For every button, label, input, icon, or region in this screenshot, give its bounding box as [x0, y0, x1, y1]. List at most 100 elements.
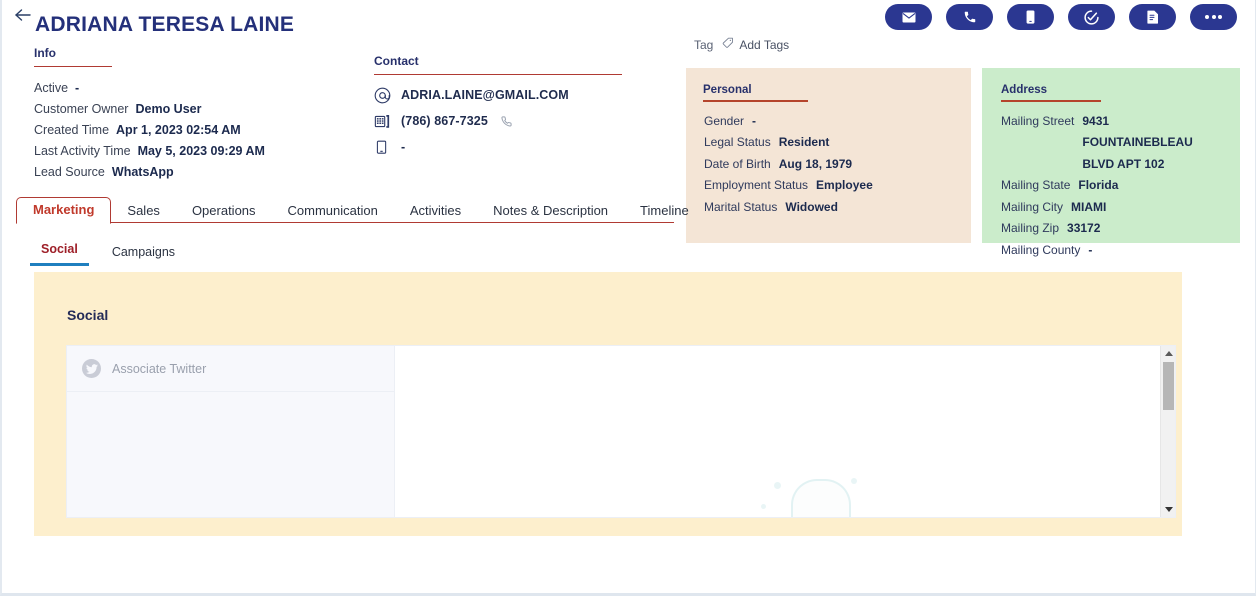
contact-email-value: ADRIA.LAINE@GMAIL.COM: [401, 88, 569, 102]
ellipsis-icon: [1205, 15, 1222, 19]
address-row-value: 9431 FOUNTAINEBLEAU BLVD APT 102: [1082, 113, 1193, 171]
personal-rows: Gender - Legal Status Resident Date of B…: [703, 111, 971, 219]
sparkle-decoration: [761, 504, 766, 509]
personal-row-label: Date of Birth: [704, 156, 771, 171]
check-circle-icon: [1084, 9, 1099, 25]
scroll-up-arrow-icon[interactable]: [1161, 346, 1175, 361]
action-toolbar: [885, 4, 1237, 30]
tab-notes-description[interactable]: Notes & Description: [477, 199, 624, 224]
info-row-label: Created Time: [34, 123, 110, 137]
contact-mobile-value: -: [401, 140, 406, 154]
personal-row-value: Widowed: [785, 199, 838, 214]
info-section-divider: [34, 66, 112, 67]
personal-row-label: Legal Status: [704, 135, 771, 149]
task-action-button[interactable]: [1068, 4, 1115, 30]
address-row-value: -: [1088, 242, 1093, 257]
social-detail-pane: [396, 346, 1175, 517]
empty-state-illustration: [791, 479, 851, 517]
personal-row: Marital Status Widowed: [703, 197, 971, 219]
tag-area: Tag Add Tags: [694, 36, 789, 54]
address-row: Mailing Zip 33172: [1001, 218, 1240, 240]
info-row-value: Demo User: [135, 102, 202, 116]
info-row: Created Time Apr 1, 2023 02:54 AM: [34, 120, 364, 140]
associate-twitter-label: Associate Twitter: [112, 361, 207, 376]
document-icon: [1146, 10, 1159, 24]
info-row-value: May 5, 2023 09:29 AM: [137, 144, 265, 158]
call-handset-icon[interactable]: [501, 115, 512, 127]
scroll-down-arrow-icon[interactable]: [1161, 502, 1175, 517]
mobile-icon: [1026, 10, 1035, 24]
personal-row-label: Marital Status: [704, 199, 778, 214]
address-panel-divider: [1001, 100, 1101, 102]
main-tab-bar: Marketing Sales Operations Communication…: [16, 196, 689, 224]
address-row-label: Mailing Street: [1001, 113, 1075, 128]
page-title: ADRIANA TERESA LAINE: [35, 13, 295, 36]
address-row-value: Florida: [1078, 178, 1119, 192]
social-panel-title: Social: [67, 307, 109, 323]
address-row-value: MIAMI: [1071, 199, 1107, 214]
address-row: Mailing County -: [1001, 240, 1240, 262]
info-row-label: Active: [34, 81, 69, 95]
info-rows: Active - Customer Owner Demo User Create…: [34, 78, 364, 183]
personal-row: Date of Birth Aug 18, 1979: [703, 154, 971, 176]
info-row: Lead Source WhatsApp: [34, 162, 364, 182]
address-row-label: Mailing City: [1001, 199, 1064, 214]
tab-operations[interactable]: Operations: [176, 199, 272, 224]
sub-tab-bar: Social Campaigns: [30, 238, 186, 266]
sparkle-decoration: [851, 478, 857, 484]
personal-row-value: Employee: [816, 178, 873, 192]
mobile-phone-icon: [372, 140, 392, 155]
twitter-icon: [82, 359, 101, 378]
info-row-value: -: [75, 81, 80, 95]
info-row: Customer Owner Demo User: [34, 99, 364, 119]
call-action-button[interactable]: [946, 4, 993, 30]
sparkle-decoration: [774, 482, 781, 489]
tab-sales[interactable]: Sales: [111, 199, 176, 224]
personal-row-label: Employment Status: [704, 178, 809, 192]
tab-communication[interactable]: Communication: [272, 199, 394, 224]
address-panel: Address Mailing Street 9431 FOUNTAINEBLE…: [982, 68, 1240, 257]
contact-email-row[interactable]: ADRIA.LAINE@GMAIL.COM: [372, 82, 672, 108]
info-row-value: WhatsApp: [111, 165, 174, 179]
info-row: Active -: [34, 78, 364, 98]
more-action-button[interactable]: [1190, 4, 1237, 30]
back-arrow-icon[interactable]: [12, 4, 34, 26]
social-scrollbar[interactable]: [1160, 346, 1175, 517]
info-row-label: Lead Source: [34, 165, 105, 179]
sms-action-button[interactable]: [1007, 4, 1054, 30]
document-action-button[interactable]: [1129, 4, 1176, 30]
info-section-heading: Info: [34, 46, 56, 60]
associate-twitter-item[interactable]: Associate Twitter: [67, 346, 394, 392]
personal-row-value: Aug 18, 1979: [778, 156, 853, 171]
contact-mobile-row[interactable]: -: [372, 134, 672, 160]
address-row-label: Mailing State: [1001, 178, 1071, 192]
contact-detail-page: ADRIANA TERESA LAINE Info Active - Custo…: [0, 0, 1256, 596]
personal-row: Gender -: [703, 111, 971, 133]
contact-phone-row[interactable]: (786) 867-7325: [372, 108, 672, 134]
social-associate-list: Associate Twitter: [67, 346, 395, 517]
address-row-value: 33172: [1067, 221, 1101, 235]
contact-section-divider: [374, 74, 622, 75]
subtab-social[interactable]: Social: [30, 238, 89, 266]
phone-icon: [963, 10, 977, 24]
info-row: Last Activity Time May 5, 2023 09:29 AM: [34, 141, 364, 161]
add-tags-label: Add Tags: [739, 38, 790, 52]
personal-panel-heading: Personal: [703, 84, 752, 96]
contact-section-heading: Contact: [374, 54, 419, 68]
email-action-button[interactable]: [885, 4, 932, 30]
info-row-label: Last Activity Time: [34, 144, 131, 158]
tab-marketing[interactable]: Marketing: [16, 196, 112, 224]
personal-row-value: Resident: [778, 135, 830, 149]
envelope-icon: [902, 12, 916, 23]
subtab-campaigns[interactable]: Campaigns: [101, 241, 186, 266]
tab-timeline[interactable]: Timeline: [624, 199, 705, 224]
address-panel-heading: Address: [1001, 84, 1048, 96]
personal-row-value: -: [752, 113, 757, 128]
address-row-label: Mailing Zip: [1001, 221, 1060, 235]
scrollbar-thumb[interactable]: [1163, 362, 1174, 410]
personal-panel: Personal Gender - Legal Status Resident …: [686, 68, 971, 243]
social-panel: Social Associate Twitter: [34, 272, 1182, 536]
telephone-keypad-icon: [372, 113, 392, 130]
tab-activities[interactable]: Activities: [394, 199, 477, 224]
add-tags-button[interactable]: Add Tags: [722, 36, 789, 54]
